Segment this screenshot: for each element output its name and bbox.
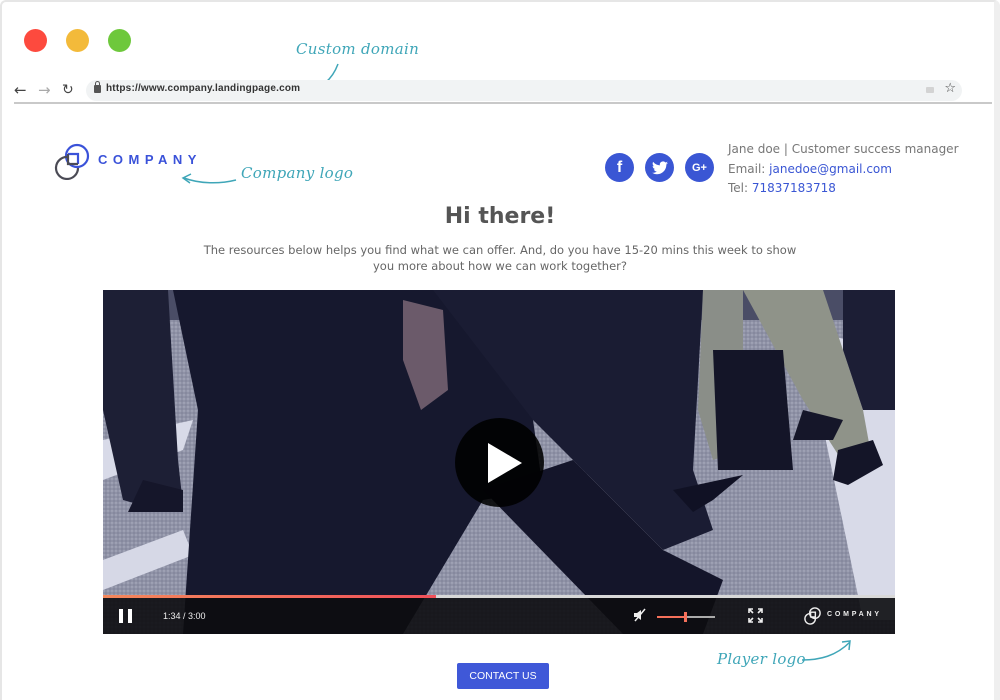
fullscreen-icon [748,608,763,623]
player-logo-icon [804,607,821,625]
email-link[interactable]: janedoe@gmail.com [769,162,892,176]
fullscreen-button[interactable] [748,608,763,623]
play-button[interactable] [455,418,544,507]
annotation-player-logo: Player logo [717,650,806,668]
contact-tel-row: Tel: 71837183718 [728,181,836,195]
browser-toolbar: ← → ↻ https://www.company.landingpage.co… [14,78,992,104]
google-plus-button[interactable]: G+ [685,153,714,182]
annotation-arrow-icon [801,640,851,661]
star-icon[interactable]: ☆ [944,81,956,96]
lock-icon [94,81,101,93]
facebook-button[interactable]: f [605,153,634,182]
company-logo-text: COMPANY [98,152,202,167]
facebook-icon: f [616,158,623,176]
extension-icon[interactable] [926,87,934,93]
page-headline: Hi there! [444,204,556,229]
video-progress-bar[interactable] [103,595,895,598]
volume-slider-fill [657,616,685,618]
address-bar[interactable]: https://www.company.landingpage.com ☆ [86,80,962,101]
contact-us-button[interactable]: CONTACT US [457,663,549,689]
annotation-company-logo: Company logo [241,164,354,182]
twitter-button[interactable] [645,153,674,182]
video-progress-fill [103,595,436,598]
url-text[interactable]: https://www.company.landingpage.com [106,83,300,94]
company-logo-icon [54,143,90,180]
reload-icon[interactable]: ↻ [62,81,74,99]
video-time-display: 1:34 / 3:00 [163,611,206,621]
mute-button[interactable] [633,608,647,622]
annotation-arrow-icon [181,173,237,184]
volume-slider[interactable] [657,612,715,622]
contact-name-title: Jane doe | Customer success manager [728,142,959,156]
player-logo-text: COMPANY [827,611,882,618]
forward-arrow-icon[interactable]: → [38,81,51,99]
page-subtext: The resources below helps you find what … [203,243,797,273]
volume-slider-thumb[interactable] [683,612,687,622]
minimize-window-button[interactable] [66,29,89,52]
maximize-window-button[interactable] [108,29,131,52]
contact-info: Jane doe | Customer success manager Emai… [728,140,959,199]
google-plus-icon: G+ [692,161,707,174]
tel-link[interactable]: 71837183718 [752,181,836,195]
contact-email-row: Email: janedoe@gmail.com [728,161,892,176]
annotation-custom-domain: Custom domain [296,40,420,58]
back-arrow-icon[interactable]: ← [14,81,27,99]
video-controls-bar: 1:34 / 3:00 COMPANY [103,595,895,634]
pause-button[interactable] [119,609,133,623]
close-window-button[interactable] [24,29,47,52]
twitter-icon [651,160,668,174]
